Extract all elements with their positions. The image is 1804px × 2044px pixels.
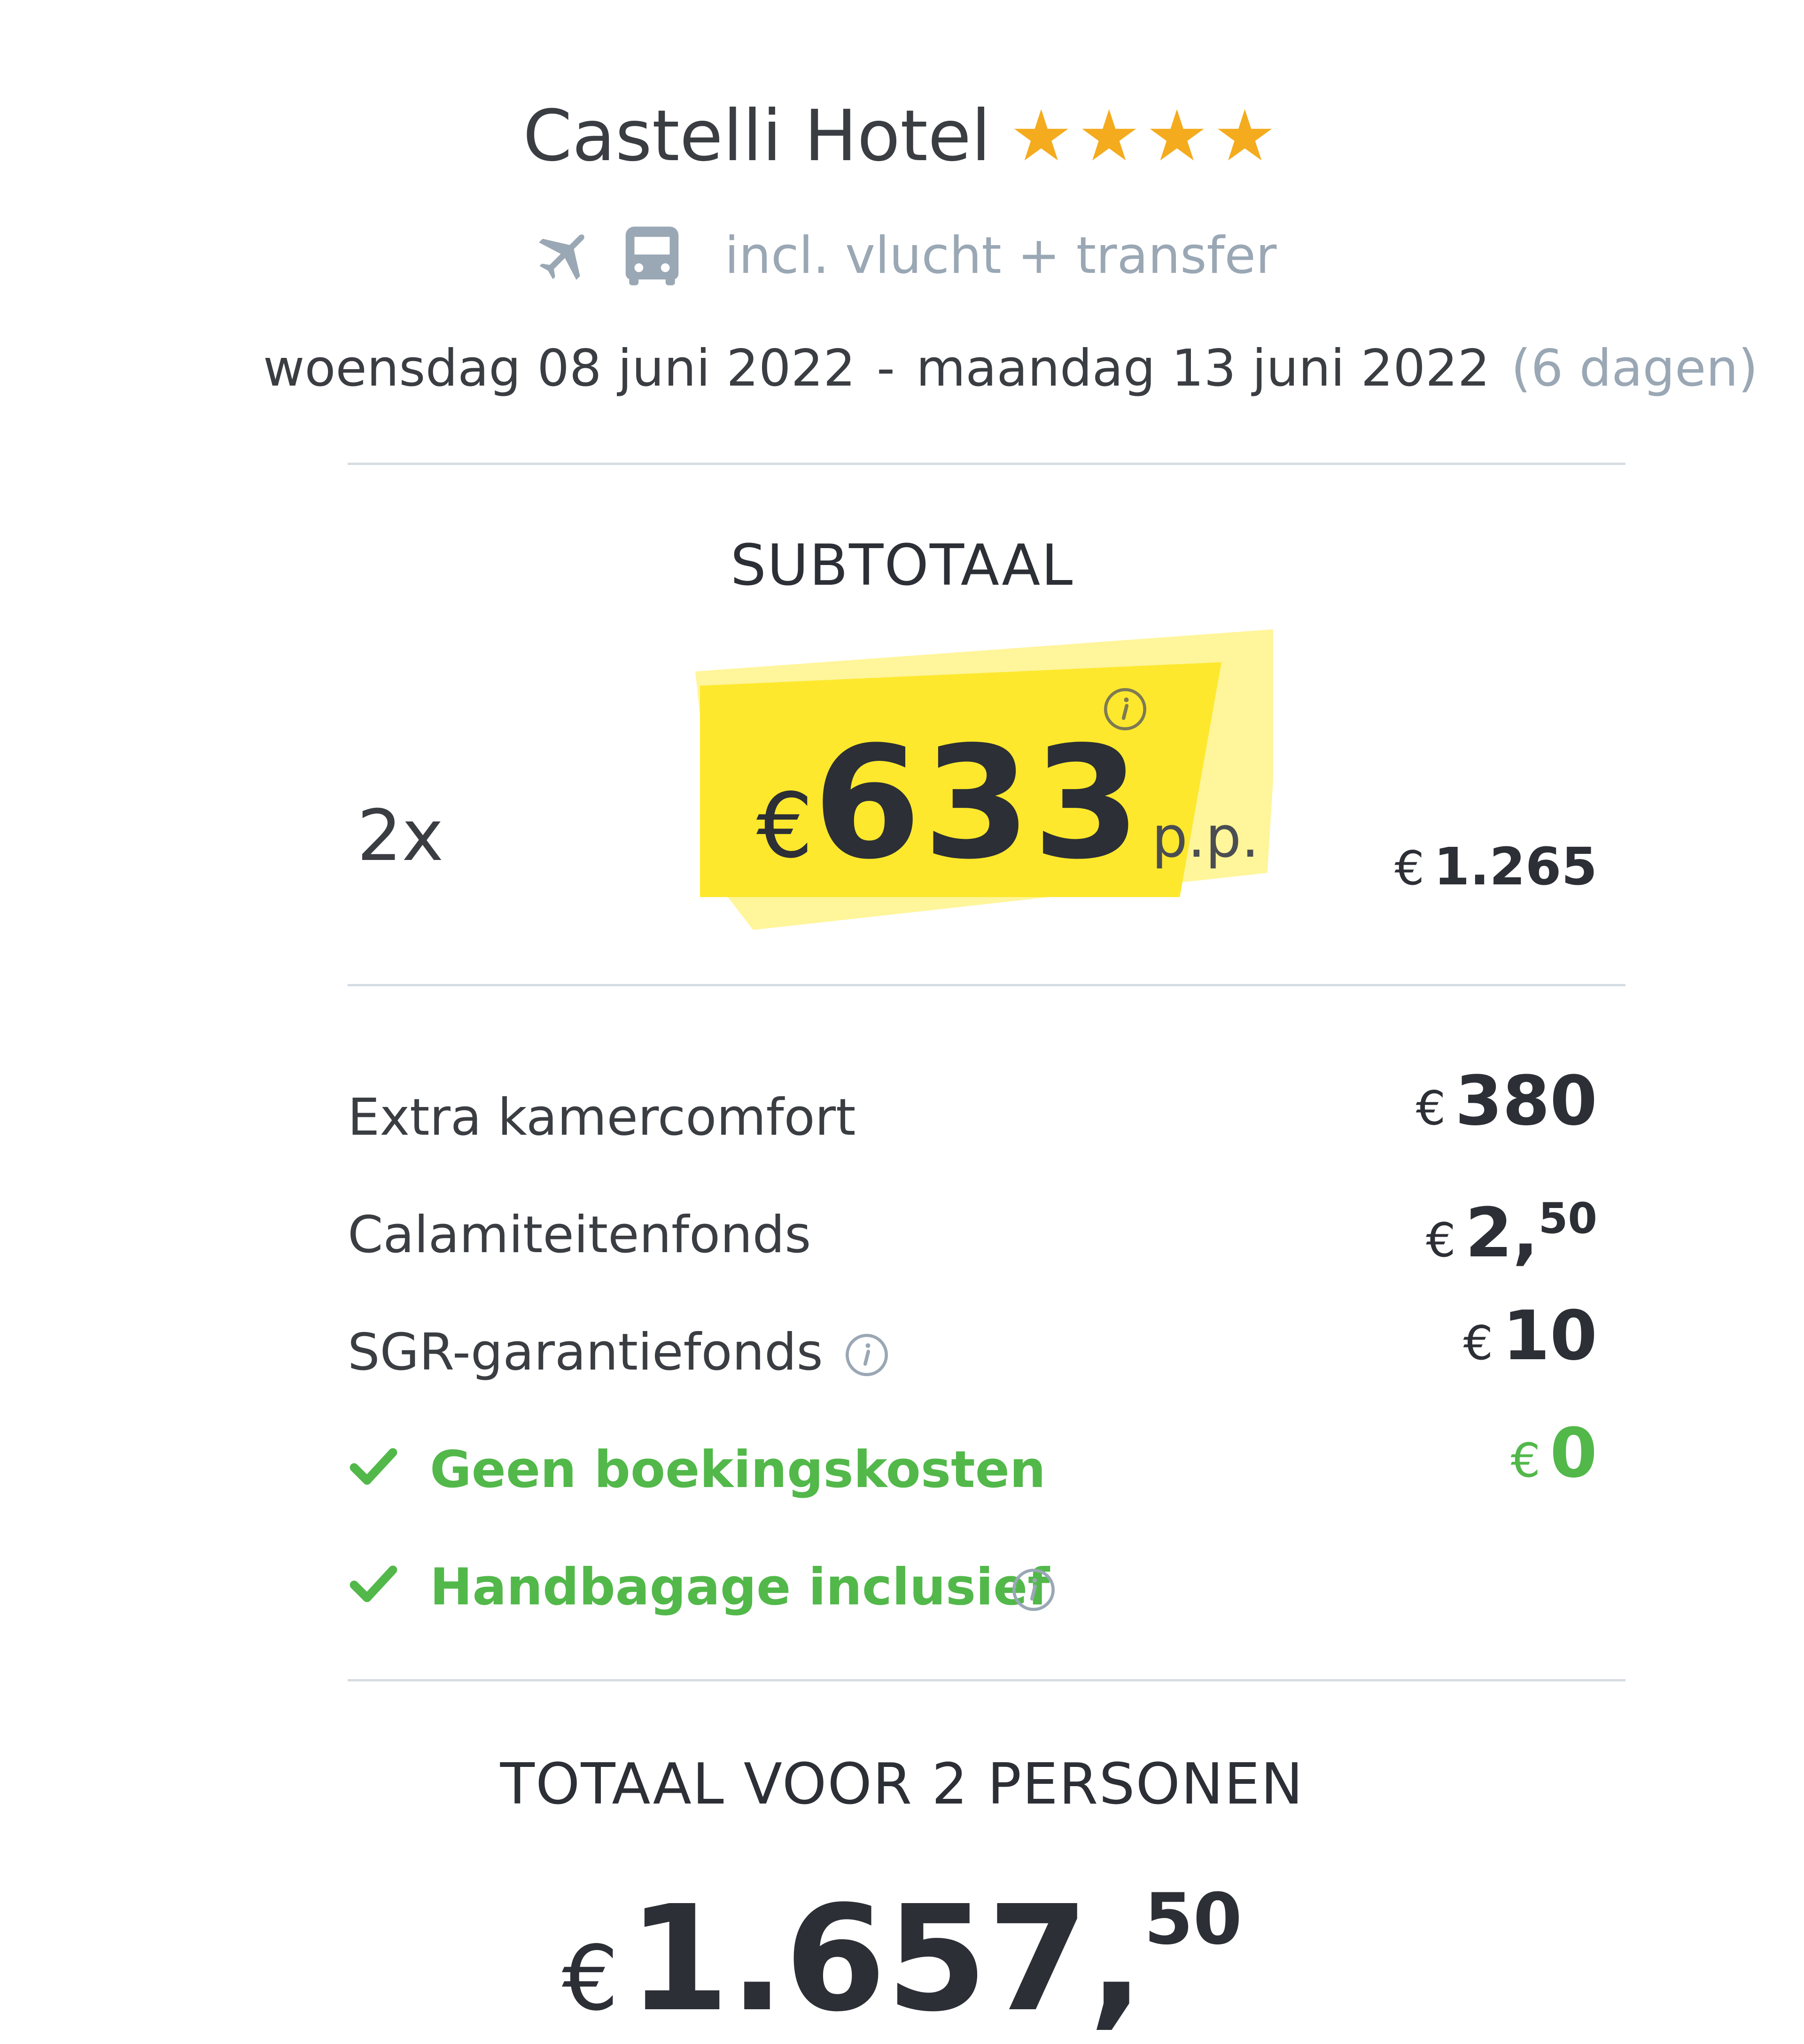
divider [348, 984, 1625, 986]
cost-line-amount: €10 [1463, 1301, 1597, 1392]
price-info-icon[interactable] [1102, 686, 1149, 733]
star-icon: ★ [1010, 95, 1073, 177]
currency-symbol: € [1510, 1433, 1541, 1488]
currency-symbol: € [1426, 1213, 1456, 1268]
currency-symbol: € [1463, 1316, 1493, 1370]
cost-line-value: 10 [1502, 1296, 1597, 1376]
bus-icon [617, 221, 687, 291]
star-icon: ★ [1145, 95, 1209, 177]
total-value: 1.657, [628, 1874, 1144, 2044]
airplane-icon [528, 221, 598, 291]
cost-line-amount: €2,50 [1426, 1184, 1597, 1289]
subtotal-value: 1.265 [1434, 836, 1597, 897]
date-from: woensdag 08 juni 2022 [263, 339, 856, 398]
check-icon [348, 1557, 399, 1609]
date-separator: - [877, 339, 895, 398]
cost-line-value: 380 [1455, 1061, 1597, 1141]
currency-symbol: € [1415, 1081, 1446, 1136]
star-icon: ★ [1077, 95, 1141, 177]
includes-row: incl. vlucht + transfer [0, 221, 1804, 291]
price-per-person: €633 p.p. [756, 719, 1259, 888]
subtotal-amount: €1.265 [1394, 836, 1597, 899]
hotel-name: Castelli Hotel [523, 95, 991, 177]
hotel-title: Castelli Hotel ★★★★ [0, 89, 1804, 178]
trip-duration: (6 dagen) [1511, 339, 1758, 398]
included-amount: €0 [1510, 1418, 1597, 1510]
included-label: Handbagage inclusief [430, 1558, 1050, 1617]
cost-line-amount: €380 [1416, 1066, 1597, 1157]
per-person-label: p.p. [1151, 805, 1260, 870]
currency-symbol: € [562, 1927, 619, 2030]
cost-line-label: Calamiteitenfonds [348, 1206, 811, 1264]
total-heading: TOTAAL VOOR 2 PERSONEN [500, 1752, 1304, 1817]
info-icon[interactable] [843, 1332, 890, 1378]
traveler-quantity: 2x [357, 795, 444, 877]
cost-line-decimals: 50 [1538, 1194, 1597, 1243]
cost-line-label: Extra kamercomfort [348, 1088, 856, 1147]
currency-symbol: € [756, 774, 813, 878]
price-per-person-amount: 633 [813, 713, 1143, 893]
subtotal-heading: SUBTOTAAL [730, 533, 1074, 598]
cost-line-value: 2, [1465, 1193, 1539, 1273]
star-rating: ★★★★ [1010, 94, 1281, 178]
total-decimals: 50 [1144, 1879, 1242, 1960]
info-icon[interactable] [1010, 1566, 1057, 1613]
divider [348, 1679, 1625, 1681]
cost-line-label: SGR-garantiefonds [348, 1323, 823, 1382]
divider [348, 463, 1625, 465]
currency-symbol: € [1394, 841, 1425, 896]
star-icon: ★ [1213, 95, 1276, 177]
travel-dates: woensdag 08 juni 2022- maandag 13 juni 20… [263, 338, 1758, 399]
included-value: 0 [1550, 1414, 1597, 1493]
total-amount: €1.657,50 [0, 1879, 1804, 2037]
date-to: maandag 13 juni 2022 [916, 339, 1490, 398]
check-icon [348, 1440, 399, 1491]
includes-text: incl. vlucht + transfer [724, 226, 1277, 285]
included-label: Geen boekingskosten [430, 1440, 1046, 1499]
